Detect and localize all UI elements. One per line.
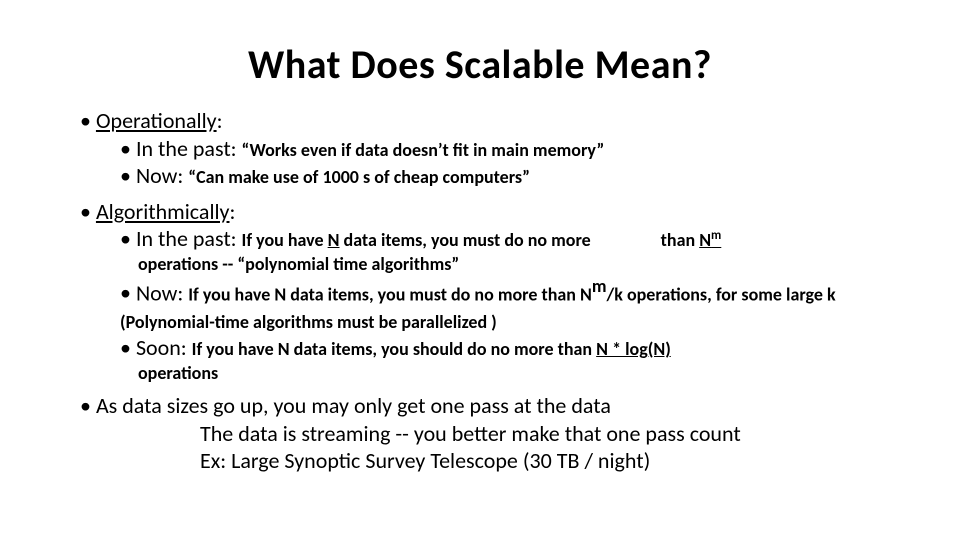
alg-soon-lead: Soon: <box>136 334 192 361</box>
alg-past-than: than <box>661 229 700 251</box>
alg-past: In the past: If you have N data items, y… <box>120 225 900 253</box>
section-algorithmically: Algorithmically: <box>80 198 900 226</box>
alg-past-N: N <box>328 229 340 251</box>
alg-now-lead: Now: <box>136 279 188 306</box>
op-now-body: “Can make use of 1000 s of cheap compute… <box>188 166 530 188</box>
op-past: In the past: “Works even if data doesn’t… <box>120 135 900 163</box>
closing-l2: The data is streaming -- you better make… <box>200 420 900 448</box>
alg-past-a: If you have <box>242 229 328 251</box>
op-past-lead: In the past: <box>136 135 242 162</box>
alg-now-a: If you have N data items, you must do no… <box>188 283 592 305</box>
slide-content: Operationally: In the past: “Works even … <box>60 107 900 475</box>
slide-title: What Does Scalable Mean? <box>60 40 900 89</box>
alg-past-Nm: Nm <box>699 229 721 251</box>
closing-l3: Ex: Large Synoptic Survey Telescope (30 … <box>200 447 900 475</box>
heading-operationally: Operationally <box>96 107 217 134</box>
alg-soon-line2: operations <box>138 362 900 385</box>
alg-now-c: Polynomial-time algorithms must be paral… <box>126 311 497 333</box>
heading-algorithmically: Algorithmically <box>96 198 230 225</box>
alg-soon-expr: N * log(N) <box>596 338 671 360</box>
alg-soon: Soon: If you have N data items, you shou… <box>120 334 900 362</box>
section-operationally: Operationally: <box>80 107 900 135</box>
closing-l1: As data sizes go up, you may only get on… <box>80 392 900 420</box>
slide: What Does Scalable Mean? Operationally: … <box>0 0 960 540</box>
alg-past-lead: In the past: <box>136 225 242 252</box>
alg-now-m: m <box>592 275 607 297</box>
alg-past-Nm-N: N <box>699 229 711 251</box>
alg-past-Nm-m: m <box>711 228 721 243</box>
closing-l1-text: As data sizes go up, you may only get on… <box>96 392 611 419</box>
alg-past-line2: operations -- “polynomial time algorithm… <box>138 253 900 276</box>
op-past-body: “Works even if data doesn’t fit in main … <box>242 139 605 161</box>
closing-l2-text: The data is streaming -- you better make… <box>200 420 741 447</box>
alg-past-b: data items, you must do no more <box>339 229 590 251</box>
alg-now: Now: If you have N data items, you must … <box>120 275 900 334</box>
alg-soon-a: If you have N data items, you should do … <box>192 338 596 360</box>
op-now-lead: Now: <box>136 162 188 189</box>
closing-l3-text: Ex: Large Synoptic Survey Telescope (30 … <box>200 447 650 474</box>
colon: : <box>217 107 223 134</box>
op-now: Now: “Can make use of 1000 s of cheap co… <box>120 162 900 190</box>
colon: : <box>230 198 236 225</box>
